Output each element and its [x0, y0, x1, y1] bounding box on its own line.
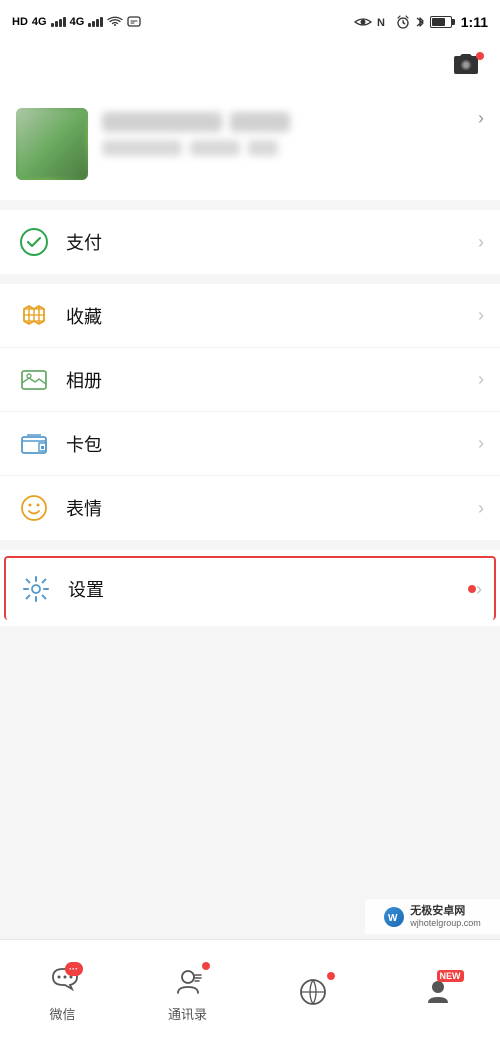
settings-chevron: ›	[476, 579, 482, 600]
menu-section-payment: 支付 ›	[0, 210, 500, 274]
menu-item-settings[interactable]: 设置 ›	[4, 556, 496, 620]
signal-bars	[51, 17, 66, 27]
nav-me-icon-wrap: NEW	[420, 974, 456, 1010]
profile-extra-1	[190, 140, 240, 156]
menu-item-payment[interactable]: 支付 ›	[0, 210, 500, 274]
alarm-icon	[396, 15, 410, 29]
profile-extra-2	[248, 140, 278, 156]
menu-item-emoji[interactable]: 表情 ›	[0, 476, 500, 540]
emoji-icon	[16, 490, 52, 526]
nav-item-me[interactable]: NEW	[375, 966, 500, 1014]
favorites-chevron: ›	[478, 305, 484, 326]
settings-notification-dot	[468, 585, 476, 593]
discover-icon	[298, 977, 328, 1007]
camera-button[interactable]	[452, 52, 484, 84]
status-bar: HD 4G 4G	[0, 0, 500, 44]
status-right: N 1:11	[354, 14, 488, 30]
battery-icon	[430, 16, 452, 28]
signal-4g-2: 4G	[70, 16, 85, 28]
profile-section[interactable]: ›	[0, 92, 500, 200]
profile-name	[102, 112, 222, 132]
camera-notification-dot	[476, 52, 484, 60]
nav-item-wechat[interactable]: ··· 微信	[0, 956, 125, 1023]
profile-info	[102, 108, 464, 156]
watermark-url: wjhotelgroup.com	[410, 918, 481, 929]
wifi-icon	[107, 16, 123, 28]
wallet-chevron: ›	[478, 433, 484, 454]
favorites-icon	[16, 298, 52, 334]
profile-wechat-id	[102, 140, 182, 156]
emoji-label: 表情	[66, 495, 478, 521]
nav-contacts-icon-wrap	[170, 964, 206, 1000]
nav-item-discover[interactable]	[250, 966, 375, 1014]
svg-text:N: N	[377, 17, 385, 29]
signal-4g-1: 4G	[32, 16, 47, 28]
album-chevron: ›	[478, 369, 484, 390]
profile-name-extra	[230, 112, 290, 132]
menu-section-main: 收藏 › 相册 › 卡包 ›	[0, 284, 500, 540]
signal-bars-2	[88, 17, 103, 27]
bluetooth-icon	[415, 15, 425, 29]
profile-chevron-icon: ›	[478, 108, 484, 129]
message-icon	[127, 16, 141, 28]
wechat-badge: ···	[65, 962, 83, 976]
avatar-image	[16, 108, 88, 180]
watermark-logo: W	[384, 907, 404, 927]
menu-item-wallet[interactable]: 卡包 ›	[0, 412, 500, 476]
menu-item-album[interactable]: 相册 ›	[0, 348, 500, 412]
profile-sub-row	[102, 140, 464, 156]
favorites-label: 收藏	[66, 303, 478, 329]
avatar	[16, 108, 88, 180]
network-indicator: HD	[12, 16, 28, 28]
settings-icon	[18, 571, 54, 607]
settings-label: 设置	[68, 576, 462, 602]
status-left: HD 4G 4G	[12, 16, 141, 28]
contacts-badge-dot	[202, 962, 210, 970]
watermark: W 无极安卓网 wjhotelgroup.com	[365, 899, 500, 934]
discover-badge-dot	[327, 972, 335, 980]
nfc-icon: N	[377, 15, 391, 29]
time-display: 1:11	[461, 14, 488, 30]
contacts-icon	[173, 967, 203, 997]
nav-item-contacts[interactable]: 通讯录	[125, 956, 250, 1023]
wallet-label: 卡包	[66, 431, 478, 457]
wallet-icon	[16, 426, 52, 462]
menu-section-settings: 设置 ›	[0, 550, 500, 626]
svg-text:W: W	[388, 913, 398, 924]
payment-label: 支付	[66, 229, 478, 255]
album-icon	[16, 362, 52, 398]
bottom-nav: ··· 微信 通讯录	[0, 939, 500, 1039]
eye-icon	[354, 16, 372, 28]
payment-chevron: ›	[478, 232, 484, 253]
emoji-chevron: ›	[478, 498, 484, 519]
nav-wechat-icon-wrap: ···	[45, 964, 81, 1000]
nav-discover-icon-wrap	[295, 974, 331, 1010]
nav-contacts-label: 通讯录	[168, 1004, 207, 1023]
nav-wechat-label: 微信	[49, 1004, 75, 1023]
watermark-site-name: 无极安卓网	[410, 905, 481, 918]
menu-item-favorites[interactable]: 收藏 ›	[0, 284, 500, 348]
battery-fill	[432, 18, 446, 26]
album-label: 相册	[66, 367, 478, 393]
payment-icon	[16, 224, 52, 260]
profile-name-row	[102, 112, 464, 132]
camera-area	[0, 44, 500, 92]
me-new-badge: NEW	[437, 970, 464, 982]
